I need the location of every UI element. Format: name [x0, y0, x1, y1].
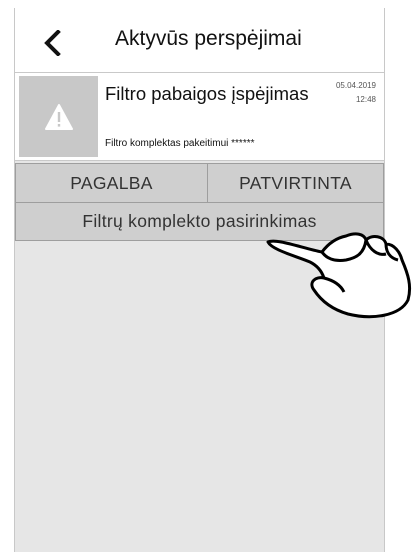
- alert-icon-box: [19, 76, 98, 157]
- chevron-left-icon: [44, 30, 61, 56]
- alert-date: 05.04.2019: [335, 81, 376, 90]
- filter-set-selection-button[interactable]: Filtrų komplekto pasirinkimas: [15, 203, 384, 241]
- help-button[interactable]: PAGALBA: [15, 163, 208, 203]
- alert-item[interactable]: Filtro pabaigos įspėjimas 05.04.2019 12:…: [15, 72, 384, 161]
- back-button[interactable]: [35, 26, 69, 60]
- alert-detail: Filtro komplektas pakeitimui ******: [105, 138, 255, 149]
- alert-title: Filtro pabaigos įspėjimas: [105, 83, 309, 104]
- device-screen: Aktyvūs perspėjimai Filtro pabaigos įspė…: [14, 8, 385, 552]
- header-bar: Aktyvūs perspėjimai: [15, 8, 384, 72]
- warning-triangle-icon: [44, 103, 73, 130]
- page-title: Aktyvūs perspėjimai: [115, 27, 302, 50]
- alert-time: 12:48: [355, 95, 376, 104]
- confirm-button[interactable]: PATVIRTINTA: [208, 163, 384, 203]
